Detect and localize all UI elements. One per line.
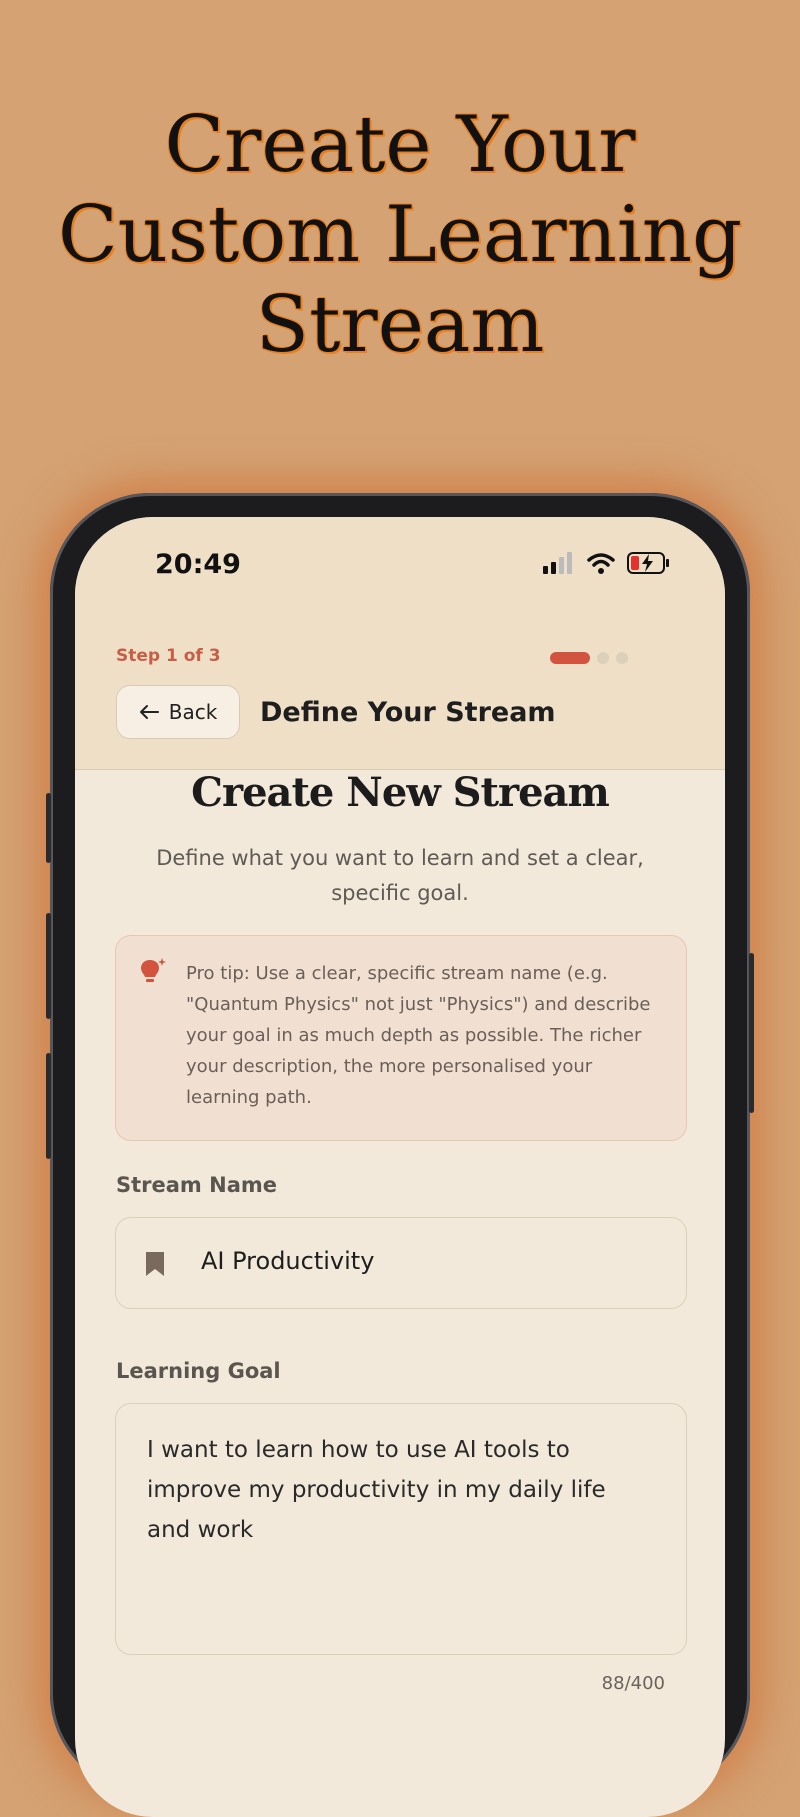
stream-name-label: Stream Name	[116, 1173, 277, 1197]
status-time: 20:49	[155, 549, 241, 580]
learning-goal-label: Learning Goal	[116, 1359, 281, 1383]
wifi-icon	[587, 553, 615, 574]
power-button	[749, 953, 754, 1113]
form-subtitle: Define what you want to learn and set a …	[156, 846, 644, 905]
mute-switch	[46, 793, 51, 863]
marketing-headline: Create Your Custom Learning Stream	[0, 100, 800, 370]
learning-goal-textarea[interactable]: I want to learn how to use AI tools to i…	[115, 1403, 687, 1655]
top-header: 20:49 Step 1 of 3 Back Define Your Strea…	[75, 517, 725, 770]
back-button[interactable]: Back	[116, 685, 240, 739]
pro-tip-text: Pro tip: Use a clear, specific stream na…	[186, 963, 651, 1108]
volume-up-button	[46, 913, 51, 1019]
step-dot-active	[550, 652, 590, 664]
headline-line-3: Stream	[255, 280, 545, 370]
step-indicator-label: Step 1 of 3	[116, 646, 221, 666]
lightbulb-icon	[141, 958, 166, 982]
volume-down-button	[46, 1053, 51, 1159]
arrow-left-icon	[139, 705, 159, 719]
phone-screen: 20:49 Step 1 of 3 Back Define Your Strea…	[75, 517, 725, 1817]
headline-line-1: Create Your	[164, 100, 636, 190]
step-dot	[616, 652, 628, 664]
step-dot	[597, 652, 609, 664]
battery-charging-icon	[627, 552, 669, 574]
signal-icon	[543, 552, 572, 574]
learning-goal-value: I want to learn how to use AI tools to i…	[147, 1437, 606, 1543]
stream-name-input[interactable]: AI Productivity	[115, 1217, 687, 1309]
bookmark-icon	[146, 1252, 164, 1276]
stream-name-value: AI Productivity	[201, 1247, 375, 1275]
pro-tip-box: Pro tip: Use a clear, specific stream na…	[115, 935, 687, 1141]
step-progress-dots	[550, 652, 628, 664]
character-counter: 88/400	[601, 1673, 665, 1694]
form-title: Create New Stream	[191, 769, 610, 816]
back-button-label: Back	[168, 700, 218, 724]
phone-frame: 20:49 Step 1 of 3 Back Define Your Strea…	[46, 493, 754, 1817]
page-title: Define Your Stream	[260, 697, 556, 728]
status-icons	[543, 551, 671, 575]
headline-line-2: Custom Learning	[57, 190, 743, 280]
